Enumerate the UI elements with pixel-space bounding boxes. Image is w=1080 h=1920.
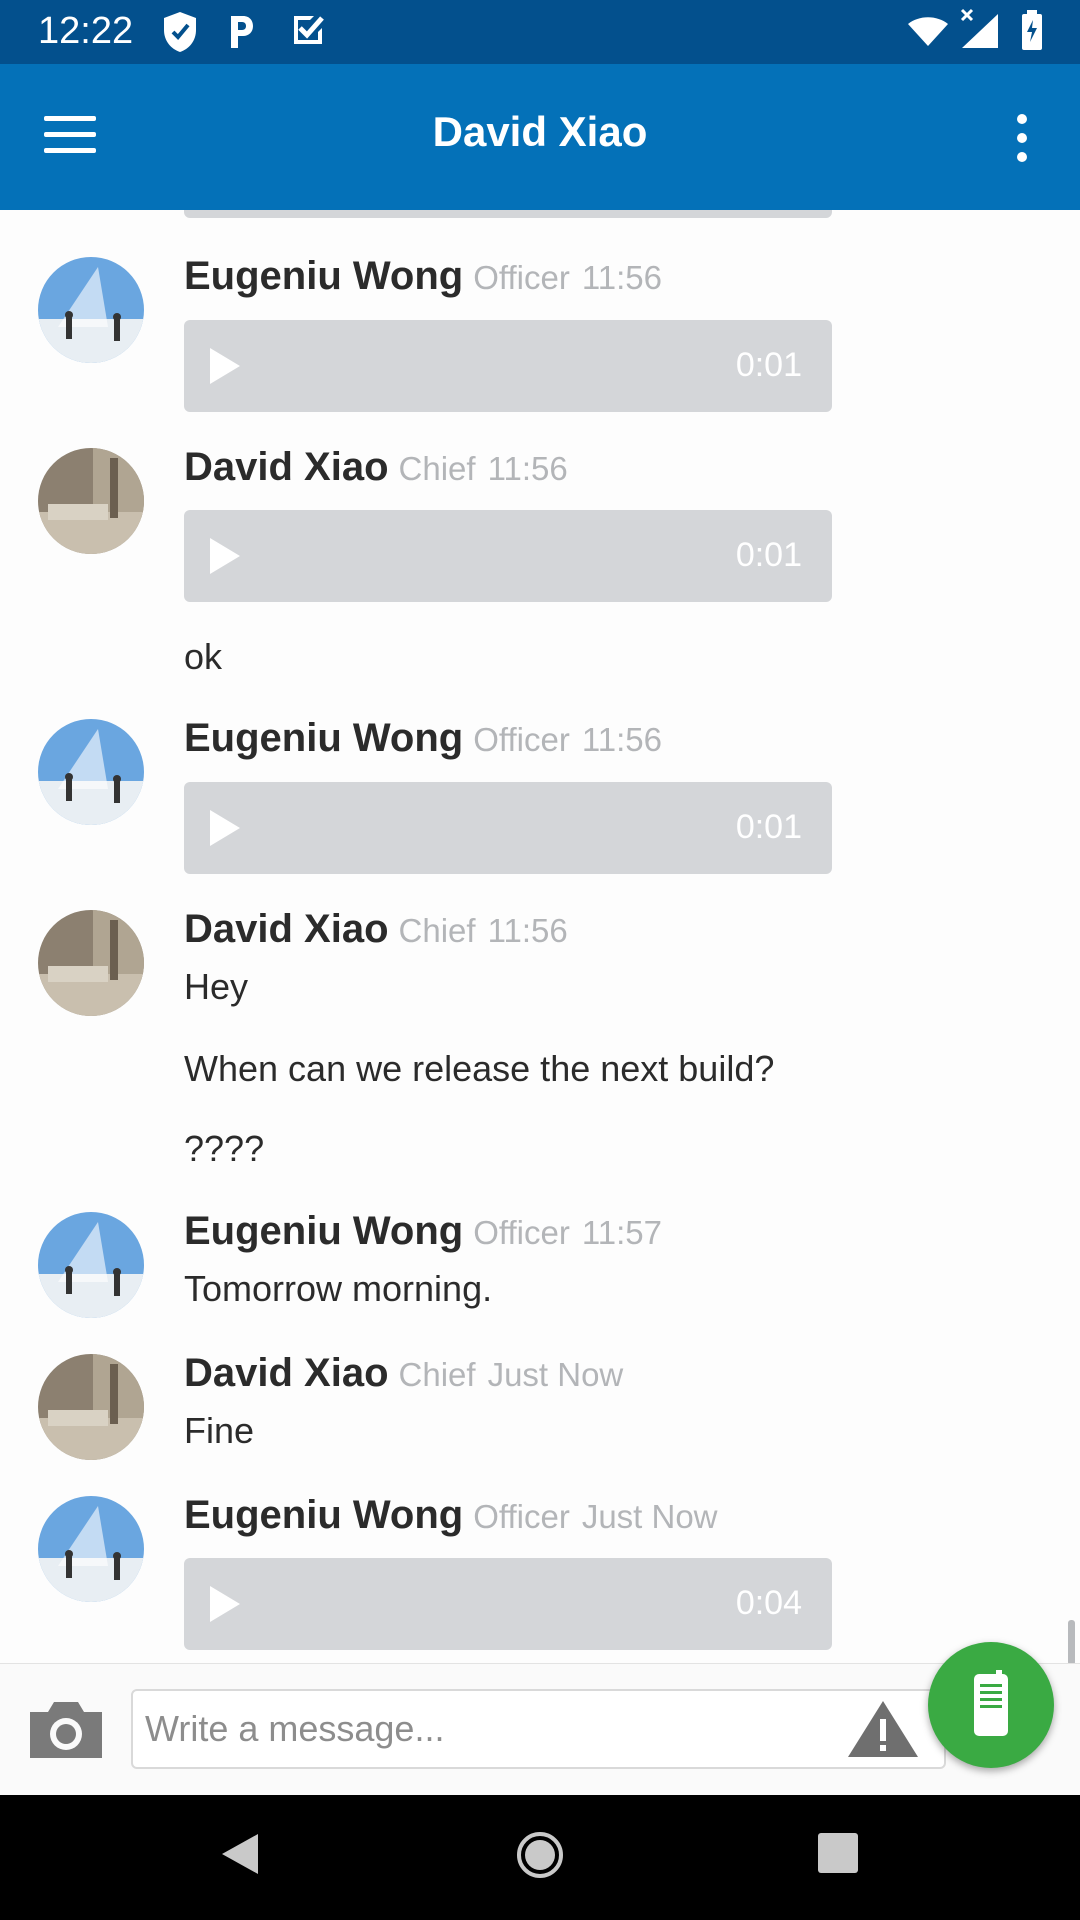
- checkbox-icon: [290, 12, 326, 53]
- message-time: 11:56: [581, 721, 662, 758]
- composer-bar: [0, 1663, 1080, 1795]
- parking-icon: [226, 12, 256, 57]
- message-header: Eugeniu Wong Officer 11:56: [184, 716, 662, 761]
- audio-duration: 0:01: [735, 536, 802, 574]
- play-icon[interactable]: [208, 346, 242, 386]
- message-header: David Xiao Chief 11:56: [184, 907, 568, 952]
- audio-bubble[interactable]: 0:01: [184, 782, 832, 874]
- avatar[interactable]: [38, 1496, 144, 1602]
- play-icon[interactable]: [208, 808, 242, 848]
- message-text: Fine: [184, 1410, 255, 1451]
- chat-screen: 12:22 David Xiao Eugeniu Wong Officer 11…: [0, 0, 1080, 1920]
- audio-bubble[interactable]: 0:01: [184, 510, 832, 602]
- battery-icon: [1020, 10, 1044, 55]
- sender-name: Eugeniu Wong: [184, 1209, 464, 1253]
- sender-name: David Xiao: [184, 907, 389, 951]
- conversation-title: David Xiao: [432, 108, 648, 155]
- message-text: ok: [184, 636, 223, 677]
- home-icon[interactable]: [515, 1830, 565, 1880]
- status-time: 12:22: [38, 10, 134, 52]
- message-header: Eugeniu Wong Officer 11:57: [184, 1209, 662, 1254]
- message-text: ????: [184, 1128, 265, 1169]
- message-time: 11:56: [581, 259, 662, 296]
- audio-bubble[interactable]: 0:04: [184, 1558, 832, 1650]
- shield-icon: [160, 10, 200, 59]
- wifi-icon: [906, 16, 950, 53]
- audio-bubble[interactable]: [184, 210, 832, 218]
- message-header: Eugeniu Wong Officer Just Now: [184, 1493, 718, 1538]
- play-icon[interactable]: [208, 1584, 242, 1624]
- avatar[interactable]: [38, 448, 144, 554]
- message-header: David Xiao Chief Just Now: [184, 1351, 623, 1396]
- scrollbar[interactable]: [1068, 1620, 1075, 1663]
- message-text: Tomorrow morning.: [184, 1268, 493, 1309]
- message-time: 11:56: [487, 450, 568, 487]
- signal-icon: [958, 8, 1000, 55]
- audio-duration: 0:01: [735, 808, 802, 846]
- avatar[interactable]: [38, 1212, 144, 1318]
- audio-duration: 0:01: [735, 346, 802, 384]
- message-time: 11:57: [581, 1214, 662, 1251]
- avatar[interactable]: [38, 719, 144, 825]
- avatar[interactable]: [38, 910, 144, 1016]
- walkie-talkie-icon[interactable]: [928, 1642, 1054, 1768]
- message-list[interactable]: Eugeniu Wong Officer 11:56 0:01 David Xiao…: [0, 210, 1080, 1663]
- sender-role: Officer: [473, 1214, 570, 1251]
- message-time: 11:56: [487, 912, 568, 949]
- message-header: Eugeniu Wong Officer 11:56: [184, 254, 662, 299]
- message-time: Just Now: [487, 1356, 624, 1393]
- sender-name: Eugeniu Wong: [184, 1493, 464, 1537]
- message-text: When can we release the next build?: [184, 1048, 775, 1089]
- sender-name: David Xiao: [184, 1351, 389, 1395]
- sender-role: Chief: [398, 450, 476, 487]
- message-header: David Xiao Chief 11:56: [184, 445, 568, 490]
- audio-duration: 0:04: [735, 1584, 802, 1622]
- message-time: Just Now: [581, 1498, 718, 1535]
- avatar[interactable]: [38, 1354, 144, 1460]
- sender-name: David Xiao: [184, 445, 389, 489]
- sender-role: Chief: [398, 912, 476, 949]
- camera-icon[interactable]: [26, 1696, 106, 1762]
- system-nav-bar: [0, 1795, 1080, 1920]
- audio-bubble[interactable]: 0:01: [184, 320, 832, 412]
- app-bar: David Xiao: [0, 64, 1080, 210]
- sender-role: Officer: [473, 259, 570, 296]
- sender-role: Officer: [473, 1498, 570, 1535]
- recents-icon[interactable]: [818, 1833, 858, 1873]
- play-icon[interactable]: [208, 536, 242, 576]
- sender-name: Eugeniu Wong: [184, 716, 464, 760]
- back-icon[interactable]: [218, 1830, 262, 1878]
- more-vert-icon[interactable]: [1000, 106, 1044, 170]
- sender-role: Chief: [398, 1356, 476, 1393]
- sender-role: Officer: [473, 721, 570, 758]
- status-bar: 12:22: [0, 0, 1080, 64]
- warning-icon[interactable]: [846, 1699, 920, 1759]
- message-text: Hey: [184, 966, 249, 1007]
- avatar[interactable]: [38, 257, 144, 363]
- message-input[interactable]: [131, 1689, 946, 1769]
- sender-name: Eugeniu Wong: [184, 254, 464, 298]
